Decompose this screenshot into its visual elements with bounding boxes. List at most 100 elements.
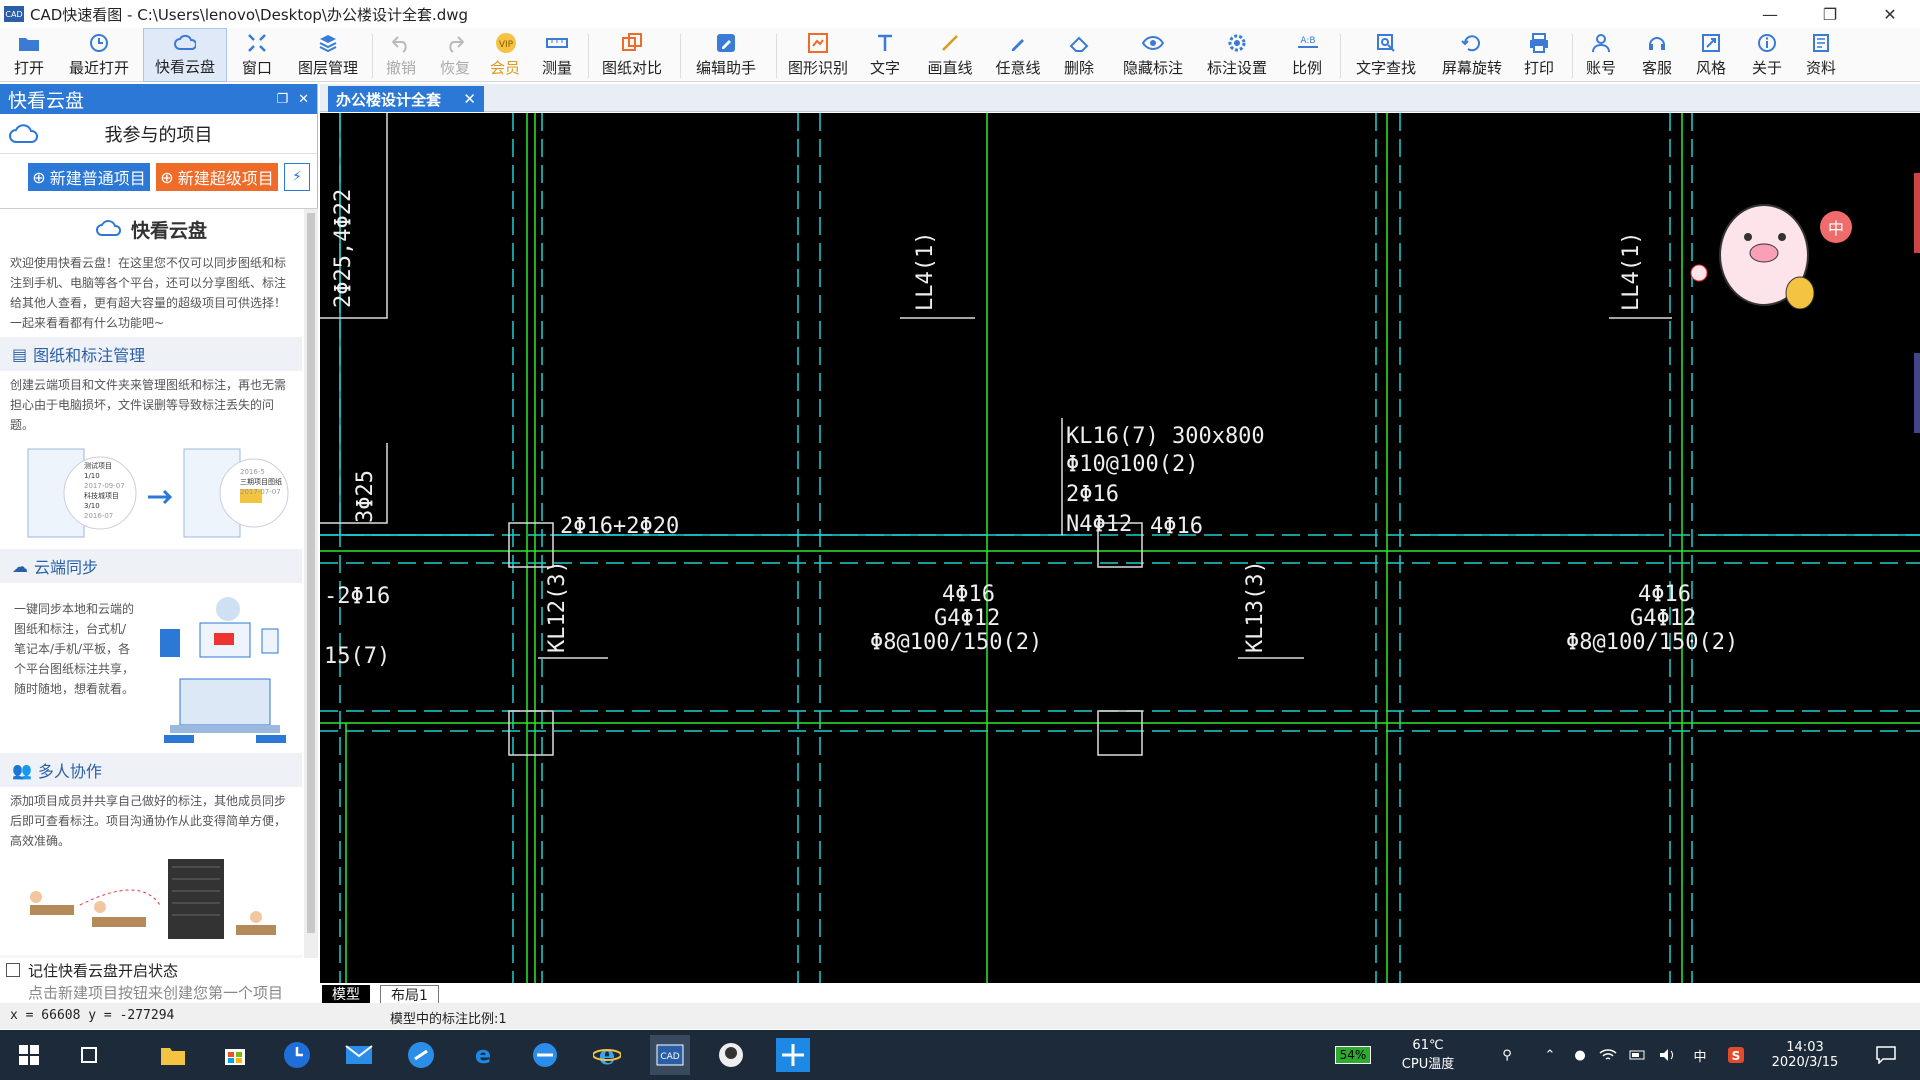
beam-label[interactable]: LL4(1): [1619, 232, 1644, 311]
toolbar-account-button[interactable]: 账号: [1580, 28, 1622, 82]
volume-icon[interactable]: [1656, 1030, 1680, 1080]
cpu-temp-indicator[interactable]: 61℃ CPU温度: [1396, 1030, 1460, 1080]
sidebar-scroll-area[interactable]: 快看云盘 欢迎使用快看云盘！在这里您不仅可以同步图纸和标注到手机、电脑等各个平台…: [0, 208, 318, 958]
rebar-label[interactable]: 2Φ16+2Φ20: [560, 514, 679, 539]
toolbar-window-button[interactable]: 窗口: [236, 28, 278, 82]
close-icon[interactable]: ✕: [298, 92, 309, 107]
toolbar-recent-button[interactable]: 最近打开: [64, 28, 134, 82]
toolbar-ratio-button[interactable]: A:B 比例: [1286, 28, 1328, 82]
rebar-label[interactable]: -2Φ16: [324, 584, 390, 609]
qq-icon[interactable]: [714, 1038, 748, 1072]
toolbar-text-search-button[interactable]: 文字查找: [1350, 28, 1422, 82]
toolbar-undo-button[interactable]: 撤销: [380, 28, 422, 82]
drawing-canvas[interactable]: 2Φ25,4Φ22 3Φ25 LL4(1) LL4(1) KL16(7) 300…: [320, 113, 1920, 983]
toolbar-rotate-button[interactable]: 屏幕旋转: [1436, 28, 1508, 82]
toolbar-line-button[interactable]: 画直线: [922, 28, 978, 82]
ime-indicator[interactable]: 中: [1688, 1030, 1712, 1080]
lightning-icon: ⚡: [292, 169, 302, 185]
toolbar-redo-button[interactable]: 恢复: [434, 28, 476, 82]
canvas-scroll-handle[interactable]: [1914, 173, 1920, 253]
illus-text: 2017-07-07: [240, 488, 281, 496]
people-icon[interactable]: ⚲: [1494, 1030, 1520, 1080]
edge-icon[interactable]: e: [466, 1038, 500, 1072]
beam-label[interactable]: KL12(3): [545, 560, 570, 653]
battery-indicator[interactable]: 54%: [1330, 1030, 1376, 1080]
stirrup-label[interactable]: Φ8@100/150(2): [1566, 630, 1738, 655]
tab-document[interactable]: 办公楼设计全套 ✕: [328, 86, 484, 112]
line-icon: [939, 32, 961, 54]
beam-label[interactable]: KL13(3): [1243, 560, 1268, 653]
cad-viewer-taskbar-icon[interactable]: CAD: [650, 1035, 690, 1075]
toolbar-recognize-button[interactable]: 图形识别: [784, 28, 852, 82]
penguin-tray-icon[interactable]: ●: [1570, 1030, 1590, 1080]
mail-icon[interactable]: [342, 1038, 376, 1072]
canvas-scroll-handle[interactable]: [1914, 353, 1920, 433]
checkbox[interactable]: [6, 963, 20, 977]
cloud-sidebar: 快看云盘 ❐ ✕ 我参与的项目 ⊕ 新建普通项目 ⊕ 新建超级项目 ⚡ 快看云盘 欢迎…: [0, 84, 318, 1002]
system-clock[interactable]: 14:03 2020/3/15: [1762, 1030, 1848, 1080]
text-icon: [874, 32, 896, 54]
toolbar-compare-button[interactable]: 图纸对比: [596, 28, 668, 82]
rebar-label[interactable]: N4Φ12: [1066, 512, 1132, 537]
stirrup-label[interactable]: Φ10@100(2): [1066, 452, 1198, 477]
toolbar-cloud-button[interactable]: 快看云盘: [143, 28, 227, 82]
toolbar-delete-button[interactable]: 删除: [1058, 28, 1100, 82]
beam-label[interactable]: 15(7): [324, 644, 390, 669]
toolbar-open-button[interactable]: 打开: [6, 28, 52, 82]
tab-layout1[interactable]: 布局1: [380, 985, 439, 1004]
rebar-label[interactable]: 2Φ16: [1066, 482, 1119, 507]
wifi-icon[interactable]: [1596, 1030, 1620, 1080]
toolbar-print-button[interactable]: 打印: [1518, 28, 1560, 82]
sogou-ime-icon[interactable]: S: [1724, 1030, 1748, 1080]
pig-mascot-icon[interactable]: 中: [1690, 183, 1910, 323]
notification-icon[interactable]: [1866, 1030, 1906, 1080]
toolbar-about-button[interactable]: 关于: [1746, 28, 1788, 82]
maximize-button[interactable]: ❐: [1800, 0, 1860, 28]
battery-icon[interactable]: [1626, 1030, 1650, 1080]
toolbar-support-button[interactable]: 客服: [1636, 28, 1678, 82]
rebar-label[interactable]: 4Φ16: [1638, 582, 1691, 607]
toolbar-edit-assistant-button[interactable]: 编辑助手: [690, 28, 762, 82]
remote-app-icon[interactable]: [776, 1038, 810, 1072]
cad-drawing[interactable]: 2Φ25,4Φ22 3Φ25 LL4(1) LL4(1) KL16(7) 300…: [320, 113, 1920, 983]
close-icon[interactable]: ✕: [463, 90, 476, 108]
rebar-label[interactable]: G4Φ12: [934, 606, 1000, 631]
store-icon[interactable]: [218, 1038, 252, 1072]
close-button[interactable]: ✕: [1860, 0, 1920, 28]
rebar-label[interactable]: 2Φ25,4Φ22: [331, 189, 356, 308]
toolbar-vip-button[interactable]: VIP 会员: [484, 28, 526, 82]
beam-spec-label[interactable]: KL16(7) 300x800: [1066, 424, 1265, 449]
task-view-icon[interactable]: [72, 1038, 106, 1072]
toolbar-text-button[interactable]: 文字: [864, 28, 906, 82]
toolbar-resources-button[interactable]: 资料: [1800, 28, 1842, 82]
new-super-project-button[interactable]: ⊕ 新建超级项目: [156, 163, 278, 191]
management-illustration: 测试项目 1/10 2017-09-07 科技城项目 3/10 2016-07 …: [0, 439, 302, 549]
chevron-up-icon[interactable]: ⌃: [1540, 1030, 1560, 1080]
internet-explorer-icon[interactable]: e: [590, 1038, 624, 1072]
rebar-label[interactable]: 4Φ16: [942, 582, 995, 607]
beam-label[interactable]: LL4(1): [913, 232, 938, 311]
toolbar-hide-annotation-button[interactable]: 隐藏标注: [1118, 28, 1188, 82]
sidebar-scrollbar[interactable]: [304, 209, 318, 958]
tab-model[interactable]: 模型: [322, 985, 370, 1003]
ie-browser-icon[interactable]: [528, 1038, 562, 1072]
app-s-icon[interactable]: [404, 1038, 438, 1072]
restore-icon[interactable]: ❐: [276, 92, 288, 107]
sync-button[interactable]: ⚡: [284, 163, 310, 191]
rebar-label[interactable]: 3Φ25: [353, 470, 378, 523]
file-explorer-icon[interactable]: [156, 1038, 190, 1072]
minimize-button[interactable]: —: [1740, 0, 1800, 28]
toolbar-annotation-settings-button[interactable]: 标注设置: [1202, 28, 1272, 82]
toolbar-style-button[interactable]: 风格: [1690, 28, 1732, 82]
toolbar-layers-button[interactable]: 图层管理: [292, 28, 364, 82]
rebar-label[interactable]: 4Φ16: [1150, 514, 1203, 539]
toolbar-measure-button[interactable]: 测量: [536, 28, 578, 82]
sidebar-header: 快看云盘 ❐ ✕: [0, 84, 317, 114]
stirrup-label[interactable]: Φ8@100/150(2): [870, 630, 1042, 655]
remember-checkbox[interactable]: 记住快看云盘开启状态: [0, 960, 318, 980]
toolbar-freeline-button[interactable]: 任意线: [990, 28, 1046, 82]
windows-start-icon[interactable]: [12, 1038, 46, 1072]
clock-app-icon[interactable]: [280, 1038, 314, 1072]
new-normal-project-button[interactable]: ⊕ 新建普通项目: [28, 163, 150, 191]
rebar-label[interactable]: G4Φ12: [1630, 606, 1696, 631]
